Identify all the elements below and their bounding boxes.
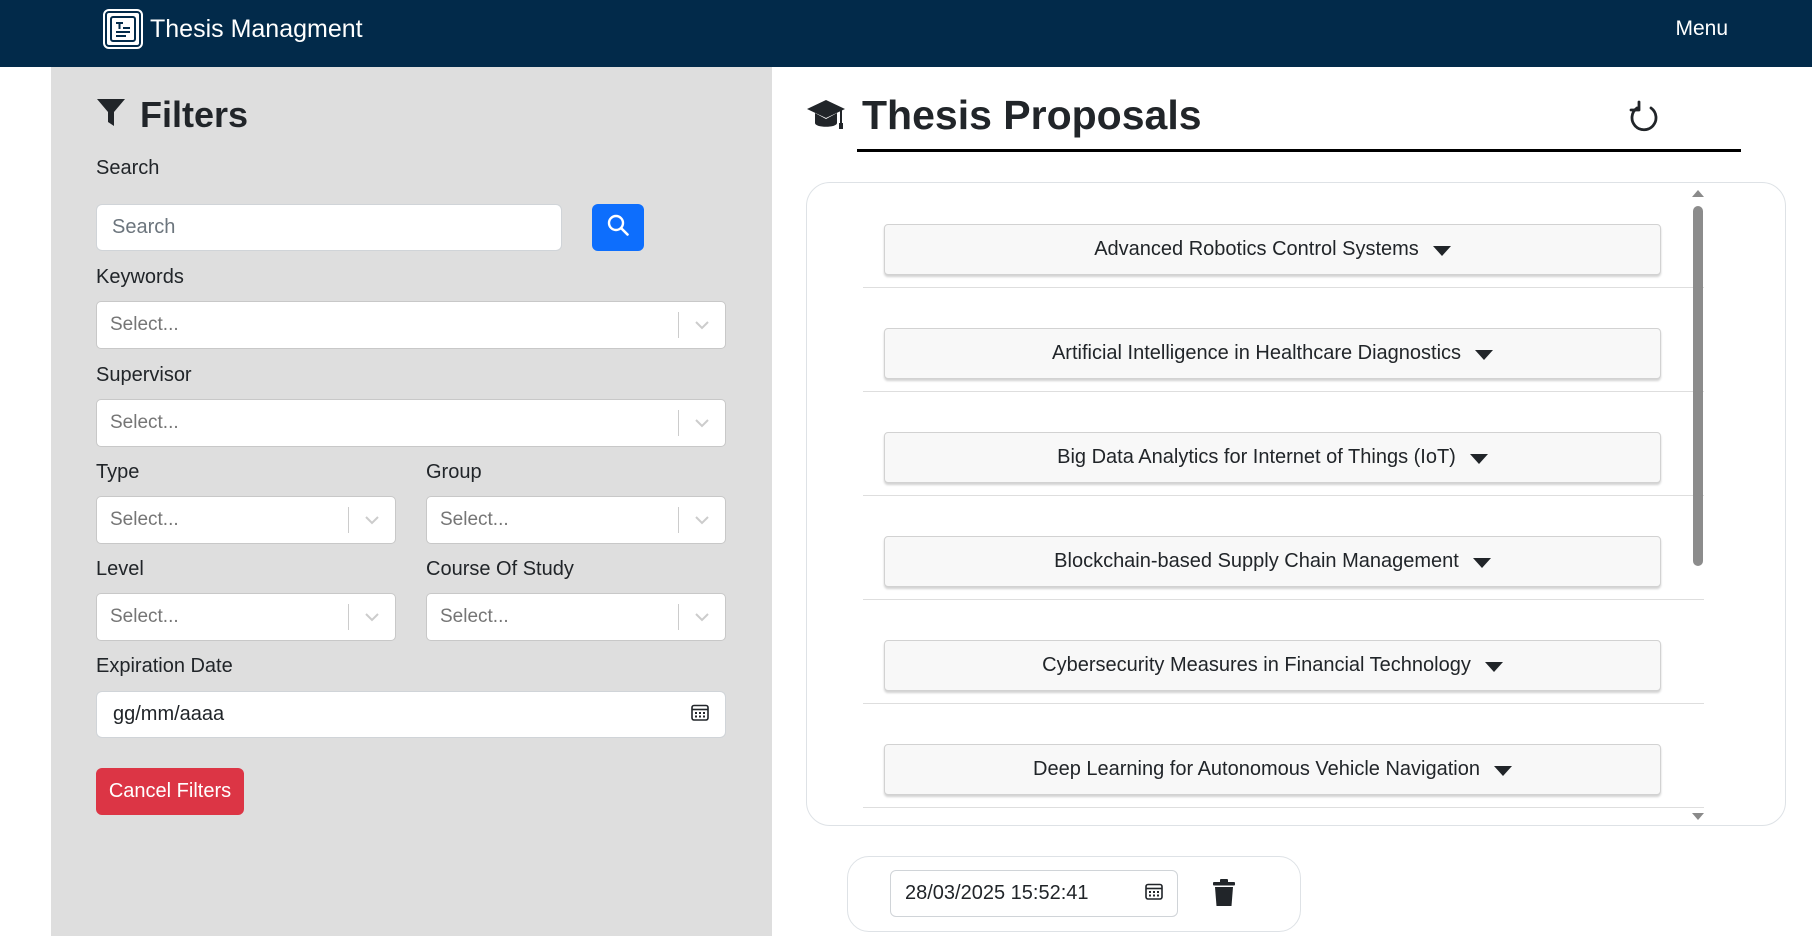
proposal-title: Cybersecurity Measures in Financial Tech…	[1042, 654, 1471, 676]
supervisor-label: Supervisor	[96, 364, 192, 386]
caret-down-icon	[1493, 765, 1512, 776]
list-item: Artificial Intelligence in Healthcare Di…	[863, 287, 1704, 392]
proposal-title: Blockchain-based Supply Chain Management	[1054, 550, 1459, 572]
level-label: Level	[96, 558, 144, 580]
virtual-date-value: 28/03/2025 15:52:41	[905, 882, 1089, 904]
proposal-toggle-button[interactable]: Deep Learning for Autonomous Vehicle Nav…	[884, 744, 1661, 795]
supervisor-select[interactable]: Select...	[96, 399, 726, 447]
proposal-title: Advanced Robotics Control Systems	[1094, 238, 1419, 260]
expiration-date-input[interactable]: gg/mm/aaaa	[96, 691, 726, 738]
chevron-down-icon[interactable]	[679, 418, 725, 428]
proposals-list[interactable]: Advanced Robotics Control Systems Artifi…	[806, 182, 1786, 826]
type-placeholder: Select...	[110, 509, 179, 530]
scrollbar[interactable]	[1690, 188, 1706, 822]
filters-header: Filters	[96, 94, 248, 136]
chevron-down-icon[interactable]	[679, 320, 725, 330]
group-label: Group	[426, 461, 482, 483]
trash-icon[interactable]	[1212, 879, 1236, 912]
virtual-clock-panel: 28/03/2025 15:52:41	[847, 856, 1301, 932]
course-of-study-select[interactable]: Select...	[426, 593, 726, 641]
caret-down-icon	[1469, 453, 1488, 464]
calendar-icon[interactable]	[1145, 882, 1163, 906]
group-placeholder: Select...	[440, 509, 509, 530]
chevron-down-icon[interactable]	[349, 515, 395, 525]
course-of-study-placeholder: Select...	[440, 606, 509, 627]
list-item: Advanced Robotics Control Systems	[863, 183, 1704, 288]
proposal-toggle-button[interactable]: Artificial Intelligence in Healthcare Di…	[884, 328, 1661, 379]
chevron-down-icon[interactable]	[679, 612, 725, 622]
proposals-title: Thesis Proposals	[862, 92, 1202, 138]
menu-button[interactable]: Menu	[1675, 17, 1728, 41]
refresh-icon[interactable]	[1627, 100, 1661, 141]
caret-down-icon	[1432, 245, 1451, 256]
keywords-select[interactable]: Select...	[96, 301, 726, 349]
filters-title: Filters	[140, 94, 249, 135]
course-of-study-label: Course Of Study	[426, 558, 574, 580]
proposal-toggle-button[interactable]: Blockchain-based Supply Chain Management	[884, 536, 1661, 587]
app-title: Thesis Managment	[150, 14, 363, 43]
caret-down-icon	[1475, 349, 1494, 360]
search-button[interactable]	[592, 204, 644, 251]
proposal-toggle-button[interactable]: Advanced Robotics Control Systems	[884, 224, 1661, 275]
list-item: Deep Learning for Autonomous Vehicle Nav…	[863, 703, 1704, 808]
chevron-down-icon[interactable]	[679, 515, 725, 525]
proposal-title: Big Data Analytics for Internet of Thing…	[1057, 446, 1456, 468]
proposal-title: Deep Learning for Autonomous Vehicle Nav…	[1033, 758, 1480, 780]
type-label: Type	[96, 461, 140, 483]
keywords-label: Keywords	[96, 266, 184, 288]
graduation-cap-icon	[806, 97, 846, 138]
scrollbar-thumb[interactable]	[1693, 206, 1703, 566]
document-logo-icon	[103, 9, 143, 49]
calendar-icon[interactable]	[691, 703, 709, 727]
caret-down-icon	[1472, 557, 1491, 568]
proposal-toggle-button[interactable]: Cybersecurity Measures in Financial Tech…	[884, 640, 1661, 691]
list-item: Blockchain-based Supply Chain Management	[863, 495, 1704, 600]
level-select[interactable]: Select...	[96, 593, 396, 641]
scroll-up-arrow-icon[interactable]	[1692, 190, 1704, 197]
filters-panel: Filters Search Search Keywords Select...…	[51, 67, 772, 936]
title-divider	[857, 149, 1741, 152]
keywords-placeholder: Select...	[110, 314, 179, 335]
chevron-down-icon[interactable]	[349, 612, 395, 622]
search-input[interactable]: Search	[96, 204, 562, 251]
funnel-icon	[96, 97, 126, 134]
level-placeholder: Select...	[110, 606, 179, 627]
virtual-date-input[interactable]: 28/03/2025 15:52:41	[890, 870, 1178, 917]
expiration-date-label: Expiration Date	[96, 655, 233, 677]
type-select[interactable]: Select...	[96, 496, 396, 544]
list-item: Big Data Analytics for Internet of Thing…	[863, 391, 1704, 496]
supervisor-placeholder: Select...	[110, 412, 179, 433]
caret-down-icon	[1484, 661, 1503, 672]
proposal-title: Artificial Intelligence in Healthcare Di…	[1051, 342, 1462, 364]
group-select[interactable]: Select...	[426, 496, 726, 544]
brand[interactable]: Thesis Managment	[103, 9, 363, 49]
cancel-filters-button[interactable]: Cancel Filters	[96, 768, 244, 815]
navbar: Thesis Managment Menu	[0, 0, 1812, 67]
search-label: Search	[96, 157, 160, 179]
search-icon	[607, 214, 629, 241]
expiration-date-placeholder: gg/mm/aaaa	[113, 703, 225, 725]
list-item: Cybersecurity Measures in Financial Tech…	[863, 599, 1704, 704]
proposal-toggle-button[interactable]: Big Data Analytics for Internet of Thing…	[884, 432, 1661, 483]
scroll-down-arrow-icon[interactable]	[1692, 813, 1704, 820]
